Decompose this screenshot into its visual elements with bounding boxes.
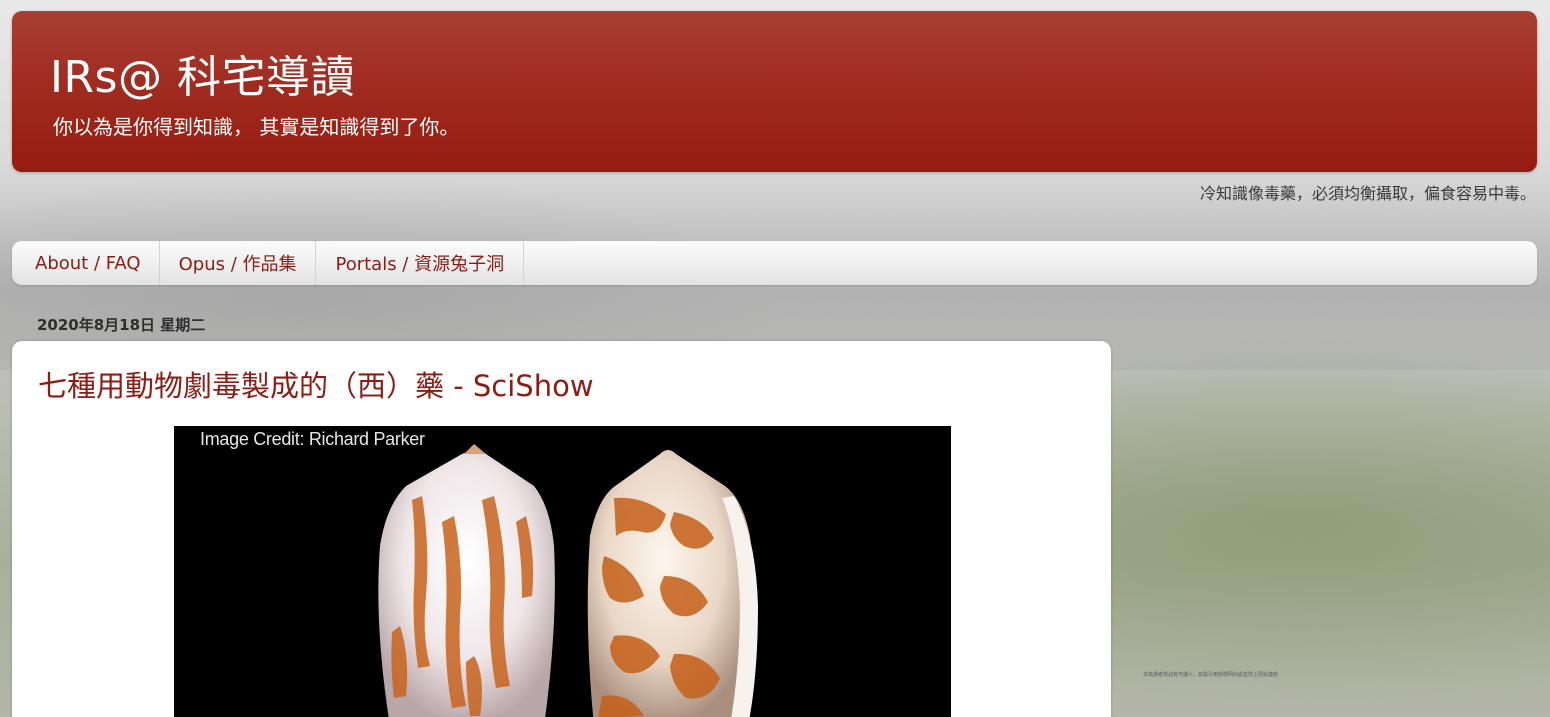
sidebar-note: 本篇譯者標註有可讀人，如需引用請標明出處並附上原始連結 (1143, 672, 1279, 678)
blog-header: IRs@ 科宅導讀 你以為是你得到知識， 其實是知識得到了你。 (12, 11, 1537, 172)
post-title[interactable]: 七種用動物劇毒製成的（西）藥 - SciShow (38, 363, 594, 405)
left-shell (378, 444, 555, 717)
cone-shells-illustration (378, 444, 758, 717)
blog-title[interactable]: IRs@ 科宅導讀 (50, 41, 355, 105)
right-shell (587, 450, 758, 717)
tab-about-faq[interactable]: About / FAQ (12, 241, 160, 285)
tagline: 冷知識像毒藥，必須均衡攝取，偏食容易中毒。 (1199, 184, 1536, 203)
blog-description: 你以為是你得到知識， 其實是知識得到了你。 (53, 115, 460, 139)
image-credit: Image Credit: Richard Parker (200, 429, 425, 449)
page-tabs: About / FAQ Opus / 作品集 Portals / 資源兔子洞 (12, 241, 1537, 285)
tab-portals[interactable]: Portals / 資源兔子洞 (316, 241, 525, 285)
tab-opus[interactable]: Opus / 作品集 (160, 241, 317, 285)
post-image[interactable]: Image Credit: Richard Parker (174, 426, 951, 717)
post-card: 七種用動物劇毒製成的（西）藥 - SciShow Image Credit: R… (12, 341, 1111, 717)
post-date: 2020年8月18日 星期二 (37, 316, 206, 334)
